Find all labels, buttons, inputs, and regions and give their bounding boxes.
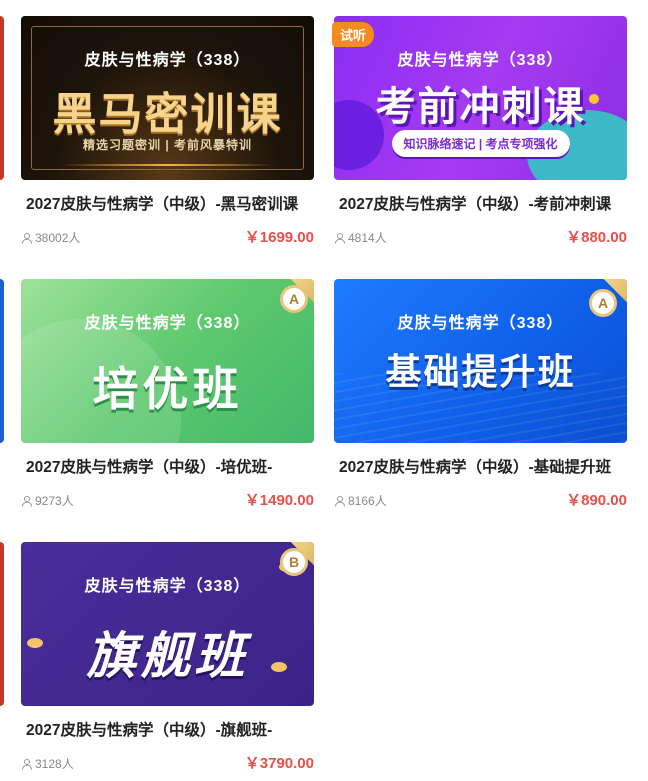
student-count-text: 38002人 bbox=[35, 231, 81, 245]
course-title[interactable]: 2027皮肤与性病学（中级）-黑马密训课 bbox=[26, 192, 311, 214]
trial-badge: 试听 bbox=[332, 22, 375, 47]
course-price: ￥1699.00 bbox=[244, 229, 314, 246]
course-price: ￥3790.00 bbox=[244, 755, 314, 772]
course-price: ￥1490.00 bbox=[244, 492, 314, 509]
course-thumbnail[interactable]: B 皮肤与性病学（338） 旗舰班 bbox=[21, 542, 314, 706]
user-icon bbox=[22, 758, 32, 770]
student-count-text: 4814人 bbox=[348, 231, 387, 245]
student-count: 8166人 bbox=[334, 492, 387, 509]
thumbnail-subject: 皮肤与性病学（338） bbox=[397, 52, 564, 69]
course-title[interactable]: 2027皮肤与性病学（中级）-基础提升班 bbox=[339, 455, 624, 477]
course-price: ￥890.00 bbox=[566, 492, 627, 509]
course-card[interactable]: A 皮肤与性病学（338） 培优班 2027皮肤与性病学（中级）-培优班- 92… bbox=[21, 279, 314, 529]
thumbnail-subject: 皮肤与性病学（338） bbox=[84, 52, 251, 69]
user-icon bbox=[22, 495, 32, 507]
student-count-text: 9273人 bbox=[35, 494, 74, 508]
course-title[interactable]: 2027皮肤与性病学（中级）-旗舰班- bbox=[26, 718, 311, 740]
thumbnail-course-name: 旗舰班 bbox=[86, 628, 249, 684]
course-card[interactable]: A 皮肤与性病学（338） 基础提升班 2027皮肤与性病学（中级）-基础提升班… bbox=[334, 279, 627, 529]
offscreen-card-edge bbox=[0, 16, 4, 180]
thumbnail-course-name: 培优班 bbox=[92, 363, 243, 415]
student-count-text: 3128人 bbox=[35, 757, 74, 771]
course-thumbnail[interactable]: A 皮肤与性病学（338） 基础提升班 bbox=[334, 279, 627, 443]
student-count: 38002人 bbox=[21, 229, 80, 246]
offscreen-card-edge bbox=[0, 279, 4, 443]
course-title[interactable]: 2027皮肤与性病学（中级）-培优班- bbox=[26, 455, 311, 477]
course-card[interactable]: 皮肤与性病学（338） 考前冲刺课 知识脉络速记 | 考点专项强化 试听 202… bbox=[332, 16, 627, 266]
thumbnail-subject: 皮肤与性病学（338） bbox=[84, 578, 251, 595]
course-card[interactable]: B 皮肤与性病学（338） 旗舰班 2027皮肤与性病学（中级）-旗舰班- 31… bbox=[21, 542, 314, 781]
thumbnail-slogan: 精选习题密训 | 考前风暴特训 bbox=[82, 138, 253, 152]
thumbnail-course-name: 考前冲刺课 bbox=[375, 85, 586, 129]
course-thumbnail[interactable]: A 皮肤与性病学（338） 培优班 bbox=[21, 279, 314, 443]
thumbnail-glow bbox=[61, 164, 274, 166]
student-count: 9273人 bbox=[21, 492, 74, 509]
thumbnail-subject: 皮肤与性病学（338） bbox=[84, 315, 251, 332]
course-card[interactable]: 皮肤与性病学（338） 黑马密训课 精选习题密训 | 考前风暴特训 2027皮肤… bbox=[21, 16, 314, 266]
thumbnail-slogan: 知识脉络速记 | 考点专项强化 bbox=[391, 130, 570, 157]
course-price: ￥880.00 bbox=[566, 229, 627, 246]
thumbnail-course-name: 基础提升班 bbox=[385, 351, 576, 392]
offscreen-card-edge bbox=[0, 542, 4, 706]
user-icon bbox=[22, 232, 32, 244]
thumbnail-course-name: 黑马密训课 bbox=[52, 90, 283, 139]
student-count: 4814人 bbox=[334, 229, 387, 246]
thumbnail-subject: 皮肤与性病学（338） bbox=[397, 315, 564, 332]
student-count: 3128人 bbox=[21, 755, 74, 772]
user-icon bbox=[335, 495, 345, 507]
course-thumbnail[interactable]: 皮肤与性病学（338） 黑马密训课 精选习题密训 | 考前风暴特训 bbox=[21, 16, 314, 180]
user-icon bbox=[335, 232, 345, 244]
student-count-text: 8166人 bbox=[348, 494, 387, 508]
course-title[interactable]: 2027皮肤与性病学（中级）-考前冲刺课 bbox=[339, 192, 624, 214]
course-thumbnail[interactable]: 皮肤与性病学（338） 考前冲刺课 知识脉络速记 | 考点专项强化 bbox=[334, 16, 627, 180]
